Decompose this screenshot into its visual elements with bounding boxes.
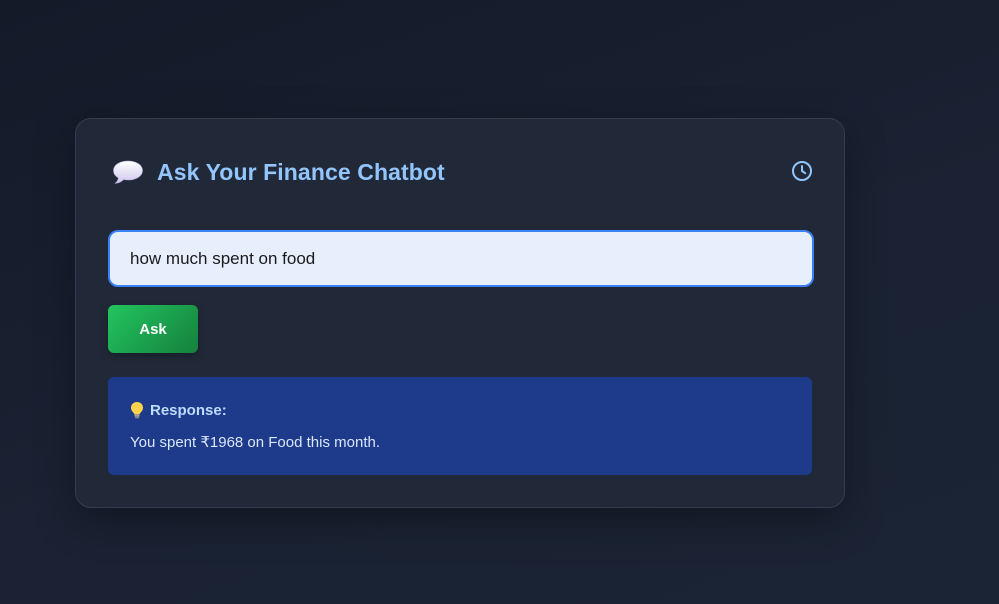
clock-icon <box>792 161 812 181</box>
ask-button[interactable]: Ask <box>108 305 198 353</box>
speech-bubble-icon <box>112 159 144 185</box>
page-title: Ask Your Finance Chatbot <box>157 158 445 185</box>
response-text: You spent ₹1968 on Food this month. <box>130 434 380 451</box>
history-button[interactable] <box>790 159 814 183</box>
response-header: Response: <box>130 401 790 419</box>
chatbot-header: Ask Your Finance Chatbot <box>112 155 814 189</box>
response-label: Response: <box>150 401 227 419</box>
query-input[interactable] <box>108 230 814 287</box>
chatbot-card: Ask Your Finance Chatbot Ask Response: Y… <box>75 118 845 508</box>
lightbulb-icon <box>130 401 144 419</box>
response-panel: Response: You spent ₹1968 on Food this m… <box>108 377 812 475</box>
